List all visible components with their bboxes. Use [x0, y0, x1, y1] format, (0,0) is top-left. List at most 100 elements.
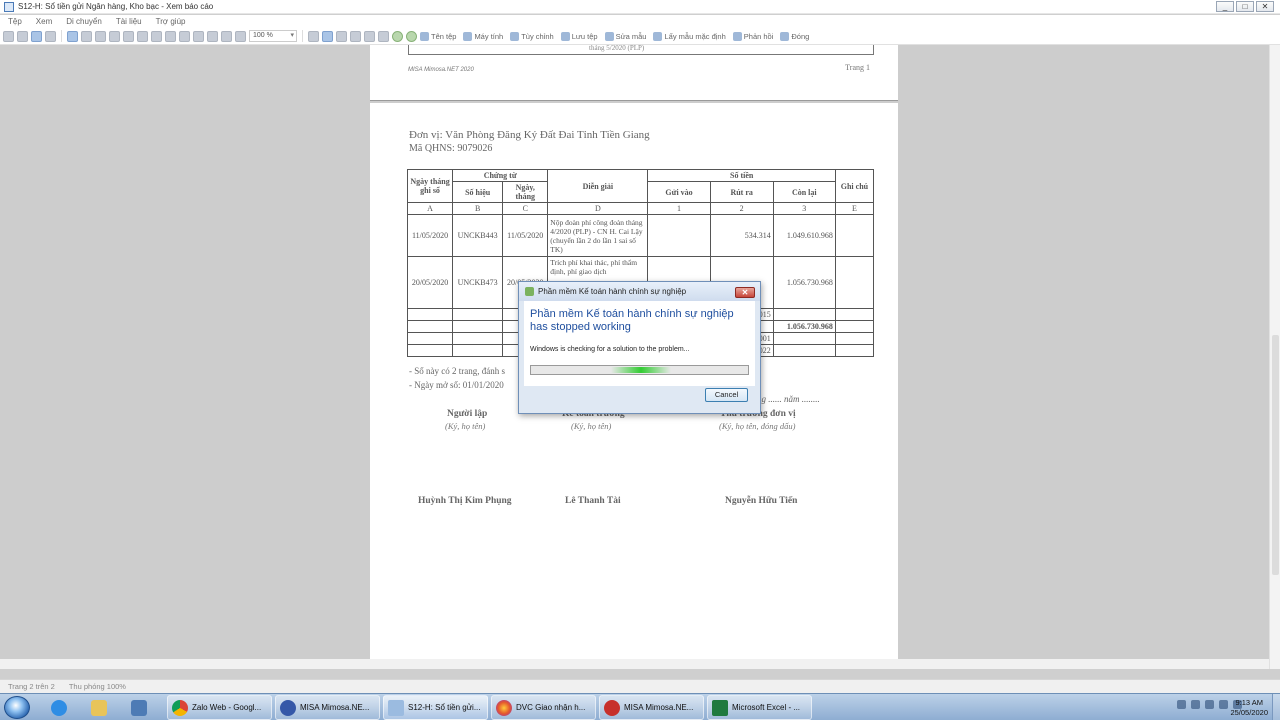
menu-bar: Tệp Xem Di chuyển Tài liệu Trợ giúp	[0, 15, 1280, 28]
media-player-icon[interactable]	[122, 696, 156, 719]
next-page-icon[interactable]	[364, 30, 375, 42]
file-explorer-icon[interactable]	[82, 696, 116, 719]
find-icon[interactable]	[123, 30, 134, 42]
save-icon[interactable]	[31, 30, 42, 42]
task-firefox[interactable]: DVC Giao nhận h...	[491, 695, 596, 720]
customize-label: Tùy chỉnh	[521, 31, 554, 41]
code-cell: 1	[647, 202, 711, 215]
tray-arrow-icon[interactable]	[1177, 700, 1186, 709]
cancel-button[interactable]: Cancel	[705, 388, 748, 402]
forward-icon[interactable]	[406, 30, 417, 42]
close-window-button[interactable]: ✕	[1256, 1, 1274, 12]
cut-icon[interactable]	[81, 30, 92, 42]
close-report-label: Đóng	[791, 31, 810, 41]
app-icon	[4, 1, 14, 12]
clock-date: 25/05/2020	[1230, 708, 1268, 717]
zoom-icon[interactable]	[151, 30, 162, 42]
page-indicator[interactable]: Trang 2 trên 2	[8, 682, 55, 691]
excel-icon	[712, 699, 728, 716]
zoom-out-icon[interactable]	[179, 30, 190, 42]
note-open-date: - Ngày mở sổ: 01/01/2020	[409, 380, 504, 390]
paste-icon[interactable]	[109, 30, 120, 42]
edit-template-button[interactable]: Sửa mẫu	[604, 31, 646, 41]
progress-bar	[530, 365, 749, 375]
menu-document[interactable]: Tài liệu	[116, 17, 142, 26]
computer-icon	[463, 31, 473, 41]
chief-accountant-name: Lê Thanh Tài	[565, 496, 621, 506]
file-name-label: Tên tệp	[431, 31, 457, 41]
internet-explorer-icon[interactable]	[42, 696, 76, 719]
show-desktop-button[interactable]	[1272, 694, 1280, 720]
code-cell: B	[452, 202, 504, 215]
menu-navigate[interactable]: Di chuyển	[66, 17, 102, 26]
menu-file[interactable]: Tệp	[8, 17, 22, 26]
layout-icon[interactable]	[67, 30, 78, 42]
network-icon[interactable]	[1191, 700, 1200, 709]
zoom-select[interactable]: 100 %	[249, 30, 297, 42]
last-page-icon[interactable]	[378, 30, 389, 42]
zoom-page-icon[interactable]	[193, 30, 204, 42]
flag-icon[interactable]	[1219, 700, 1228, 709]
customize-button[interactable]: Tùy chỉnh	[510, 31, 554, 41]
code-row: A B C D 1 2 3 E	[406, 202, 875, 215]
feedback-icon	[732, 31, 742, 41]
report-icon	[388, 699, 404, 716]
volume-icon[interactable]	[1205, 700, 1214, 709]
menu-help[interactable]: Trợ giúp	[156, 17, 186, 26]
cell-description: Nộp đoàn phí công đoàn tháng 4/2020 (PLP…	[547, 214, 649, 257]
save-file-button[interactable]: Lưu tệp	[560, 31, 598, 41]
task-zalo-chrome[interactable]: Zalo Web - Googl...	[167, 695, 272, 720]
clock[interactable]: 9:13 AM 25/05/2020	[1230, 698, 1268, 718]
horizontal-scrollbar[interactable]	[0, 659, 1269, 669]
fit-width-icon[interactable]	[207, 30, 218, 42]
col-header-voucher: Chứng từ	[452, 169, 549, 182]
actual-size-icon[interactable]	[235, 30, 246, 42]
multi-page-icon[interactable]	[322, 30, 333, 42]
chief-accountant-hint: (Ký, họ tên)	[571, 421, 612, 431]
print-icon[interactable]	[3, 30, 14, 42]
cell-doc-link[interactable]: UNCKB473	[452, 256, 504, 309]
previous-page-icon[interactable]	[350, 30, 361, 42]
first-page-icon[interactable]	[336, 30, 347, 42]
toolbar-divider	[302, 30, 303, 42]
task-misa-2[interactable]: MISA Mimosa.NE...	[599, 695, 704, 720]
vertical-scrollbar[interactable]	[1269, 45, 1280, 669]
file-name-button[interactable]: Tên tệp	[420, 31, 457, 41]
default-template-icon	[653, 31, 663, 41]
dialog-close-button[interactable]: ✕	[735, 287, 755, 298]
page-1-cut-text: tháng 5/2020 (PLP)	[589, 44, 645, 52]
print-preview-icon[interactable]	[17, 30, 28, 42]
close-report-button[interactable]: Đóng	[780, 31, 810, 41]
feedback-button[interactable]: Phản hồi	[732, 31, 773, 41]
task-misa-1[interactable]: MISA Mimosa.NE...	[275, 695, 380, 720]
title-bar: S12-H: Sổ tiền gửi Ngân hàng, Kho bạc - …	[0, 0, 1280, 14]
save-file-label: Lưu tệp	[571, 31, 598, 41]
page-footer-product: MISA Mimosa.NET 2020	[408, 67, 474, 73]
maximize-button[interactable]: □	[1236, 1, 1254, 12]
head-of-unit-hint: (Ký, họ tên, đóng dấu)	[719, 421, 796, 431]
toolbar: 100 % Tên tệp Máy tính Tùy chỉnh Lưu tệp…	[0, 28, 1280, 45]
hand-tool-icon[interactable]	[137, 30, 148, 42]
task-label: MISA Mimosa.NE...	[624, 703, 694, 712]
col-header-doc-date: Ngày, tháng	[502, 181, 549, 203]
cell-doc-link[interactable]: UNCKB443	[452, 214, 504, 257]
single-page-icon[interactable]	[308, 30, 319, 42]
table-row: 11/05/2020 UNCKB443 11/05/2020 Nộp đoàn …	[406, 214, 875, 257]
minimize-button[interactable]: _	[1216, 1, 1234, 12]
default-template-button[interactable]: Lấy mẫu mặc định	[653, 31, 726, 41]
menu-view[interactable]: Xem	[36, 17, 52, 26]
cell-closing-balance: 1.056.730.968	[772, 320, 836, 333]
copy-icon[interactable]	[95, 30, 106, 42]
back-icon[interactable]	[392, 30, 403, 42]
code-cell: 2	[709, 202, 774, 215]
scrollbar-thumb[interactable]	[1272, 335, 1279, 575]
task-label: Zalo Web - Googl...	[192, 703, 262, 712]
col-header-note: Ghi chú	[834, 169, 875, 203]
task-excel[interactable]: Microsoft Excel - ...	[707, 695, 812, 720]
export-icon[interactable]	[45, 30, 56, 42]
fit-page-icon[interactable]	[221, 30, 232, 42]
zoom-in-icon[interactable]	[165, 30, 176, 42]
start-button[interactable]	[4, 696, 30, 719]
computer-button[interactable]: Máy tính	[463, 31, 503, 41]
task-report-viewer[interactable]: S12-H: Sổ tiền gửi...	[383, 695, 488, 720]
